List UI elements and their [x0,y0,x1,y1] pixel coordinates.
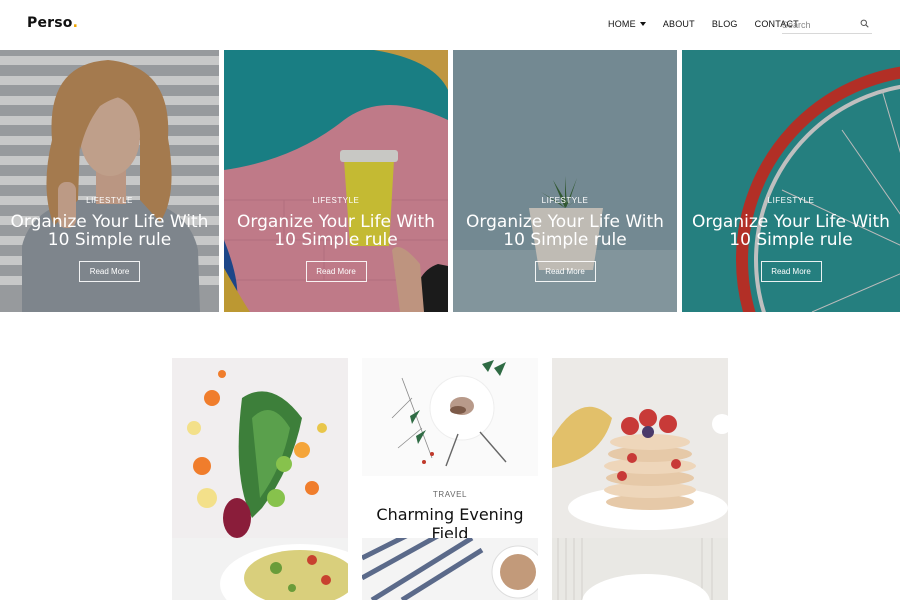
hero-category: LIFESTYLE [541,196,589,205]
post-grid: TRAVEL Charming Evening Field [172,358,728,600]
hero-card[interactable]: LIFESTYLE Organize Your Life With 10 Sim… [682,50,900,312]
hero-slider: LIFESTYLE Organize Your Life With 10 Sim… [0,50,900,312]
search-input[interactable] [782,16,858,34]
post-tile-bowl[interactable] [552,538,728,600]
post-tile-pancakes[interactable] [552,358,728,538]
post-tile-coffee[interactable] [362,538,538,600]
read-more-button[interactable]: Read More [79,261,140,282]
post-category: TRAVEL [432,490,468,499]
hero-category: LIFESTYLE [86,196,133,205]
nav-home-label: HOME [608,19,636,29]
hero-card-content: LIFESTYLE Organize Your Life With 10 Sim… [453,196,677,282]
post-title[interactable]: Charming Evening Field [362,505,538,538]
site-logo[interactable]: Perso. [27,15,78,31]
hero-card[interactable]: LIFESTYLE Organize Your Life With 10 Sim… [453,50,677,312]
read-more-button[interactable]: Read More [305,261,367,282]
hero-title[interactable]: Organize Your Life With 10 Simple rule [224,213,448,249]
post-photo-veggies [172,358,348,538]
hero-card[interactable]: LIFESTYLE Organize Your Life With 10 Sim… [224,50,448,312]
nav-about-label: ABOUT [662,19,695,29]
caret-down-icon [639,22,646,26]
post-tile-plate[interactable] [362,358,538,476]
site-header: Perso. HOME ABOUT BLOG CONTACT [0,0,900,50]
featured-post[interactable]: TRAVEL Charming Evening Field [362,476,538,538]
post-tile-veggies[interactable] [172,358,348,538]
hero-card[interactable]: LIFESTYLE Organize Your Life With 10 Sim… [0,50,219,312]
hero-title[interactable]: Organize Your Life With 10 Simple rule [682,213,900,249]
hero-title[interactable]: Organize Your Life With 10 Simple rule [0,213,219,249]
nav-item-home[interactable]: HOME [608,19,646,29]
post-photo-coffee [362,538,538,600]
nav-item-blog[interactable]: BLOG [712,19,738,29]
main-nav: HOME ABOUT BLOG CONTACT [608,19,799,29]
post-photo-plate [362,358,538,476]
read-more-button[interactable]: Read More [760,261,822,282]
hero-category: LIFESTYLE [312,196,360,205]
hero-card-content: LIFESTYLE Organize Your Life With 10 Sim… [224,196,448,282]
hero-card-content: LIFESTYLE Organize Your Life With 10 Sim… [0,196,219,282]
post-photo-bowl [552,538,728,600]
hero-card-content: LIFESTYLE Organize Your Life With 10 Sim… [682,196,900,282]
post-tile-pasta[interactable] [172,538,348,600]
nav-item-about[interactable]: ABOUT [663,19,695,29]
hero-category: LIFESTYLE [767,196,815,205]
search-icon[interactable] [860,19,869,28]
read-more-button[interactable]: Read More [534,261,596,282]
post-photo-pasta [172,538,348,600]
hero-title[interactable]: Organize Your Life With 10 Simple rule [453,213,677,249]
post-photo-pancakes [552,358,728,538]
search-box [782,15,872,34]
nav-blog-label: BLOG [711,19,738,29]
